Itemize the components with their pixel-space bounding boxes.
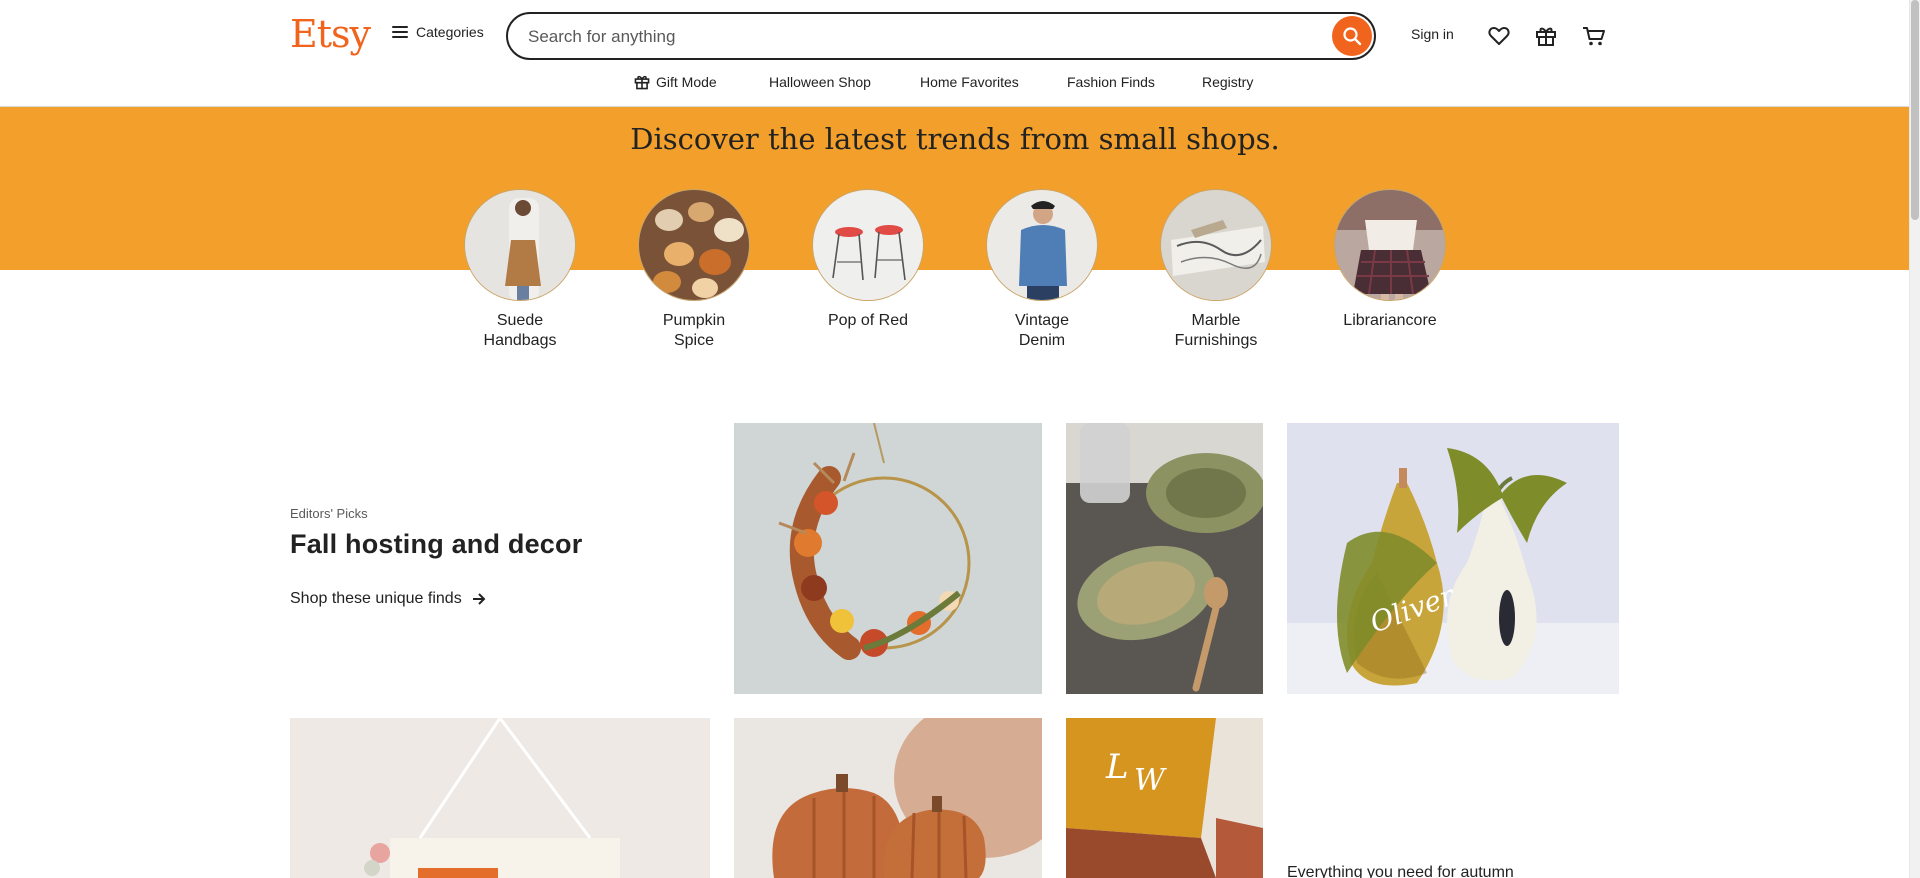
search-button[interactable] bbox=[1332, 16, 1372, 56]
product-tile-banner[interactable] bbox=[290, 718, 710, 878]
nav-home-favorites[interactable]: Home Favorites bbox=[920, 74, 1019, 90]
category-label-line: Marble bbox=[1191, 312, 1241, 329]
product-tile-napkins[interactable]: L W bbox=[1066, 718, 1263, 878]
product-tile-pumpkin-candles[interactable] bbox=[734, 718, 1042, 878]
svg-text:L: L bbox=[1105, 747, 1129, 787]
category-image bbox=[1160, 189, 1272, 301]
link-label: Shop these unique finds bbox=[290, 590, 462, 607]
category-marble-furnishings[interactable]: Marble Furnishings bbox=[1146, 189, 1286, 351]
nav-registry[interactable]: Registry bbox=[1202, 74, 1253, 90]
nav-gift-mode[interactable]: Gift Mode bbox=[634, 74, 717, 90]
category-label-line: Pumpkin bbox=[662, 312, 726, 329]
sign-in-link[interactable]: Sign in bbox=[1411, 26, 1454, 42]
autumn-tile-text: Everything you need for autumn bbox=[1287, 864, 1514, 878]
arrow-right-icon bbox=[472, 593, 486, 605]
cart-button[interactable] bbox=[1580, 22, 1608, 50]
hamburger-icon bbox=[392, 26, 408, 38]
shop-unique-finds-link[interactable]: Shop these unique finds bbox=[290, 590, 486, 608]
scrollbar-thumb[interactable] bbox=[1911, 0, 1919, 220]
category-suede-handbags[interactable]: Suede Handbags bbox=[450, 189, 590, 351]
category-image bbox=[812, 189, 924, 301]
cart-icon bbox=[1583, 27, 1605, 46]
category-librariancore[interactable]: Librariancore bbox=[1320, 189, 1460, 331]
gift-button[interactable] bbox=[1532, 22, 1560, 50]
category-label-line: Suede bbox=[496, 312, 544, 329]
svg-text:W: W bbox=[1134, 763, 1167, 798]
product-tile-pears[interactable]: Oliver bbox=[1287, 423, 1619, 694]
page: Etsy Categories Sign in bbox=[0, 0, 1910, 878]
banner-image bbox=[290, 718, 710, 878]
page-scrollbar[interactable] bbox=[1909, 0, 1920, 878]
nav-label: Home Favorites bbox=[920, 74, 1019, 90]
top-nav: Gift Mode Halloween Shop Home Favorites … bbox=[0, 70, 1910, 98]
category-label-line: Vintage bbox=[1015, 312, 1069, 329]
product-tile-wreath[interactable] bbox=[734, 423, 1042, 694]
nav-label: Fashion Finds bbox=[1067, 74, 1155, 90]
category-image bbox=[1334, 189, 1446, 301]
heart-icon bbox=[1488, 27, 1510, 45]
categories-label: Categories bbox=[416, 24, 484, 40]
category-image bbox=[464, 189, 576, 301]
editors-picks-caption: Editors' Picks bbox=[290, 506, 368, 521]
nav-halloween-shop[interactable]: Halloween Shop bbox=[769, 74, 871, 90]
napkins-image: L W bbox=[1066, 718, 1263, 878]
gift-icon bbox=[634, 75, 650, 90]
category-label: Suede Handbags bbox=[450, 311, 590, 351]
category-label-line: Furnishings bbox=[1174, 332, 1258, 349]
nav-label: Gift Mode bbox=[656, 74, 717, 90]
nav-label: Registry bbox=[1202, 74, 1254, 90]
search-bar bbox=[506, 12, 1376, 60]
etsy-logo[interactable]: Etsy bbox=[290, 12, 371, 56]
category-label: Pop of Red bbox=[798, 311, 938, 331]
search-input[interactable] bbox=[526, 22, 1310, 52]
category-label-line: Librariancore bbox=[1343, 312, 1437, 329]
gift-icon bbox=[1536, 27, 1556, 46]
category-image bbox=[986, 189, 1098, 301]
category-label-line: Pop of Red bbox=[827, 312, 909, 329]
product-tile-ceramics[interactable] bbox=[1066, 423, 1263, 694]
hero-title: Discover the latest trends from small sh… bbox=[630, 122, 1280, 156]
search-icon bbox=[1343, 27, 1362, 46]
site-header: Etsy Categories Sign in bbox=[0, 0, 1910, 107]
category-label-line: Spice bbox=[673, 332, 715, 349]
category-vintage-denim[interactable]: Vintage Denim bbox=[972, 189, 1112, 351]
category-pop-of-red[interactable]: Pop of Red bbox=[798, 189, 938, 331]
nav-fashion-finds[interactable]: Fashion Finds bbox=[1067, 74, 1155, 90]
category-label-line: Denim bbox=[1018, 332, 1066, 349]
category-label-line: Handbags bbox=[483, 332, 557, 349]
category-label: Marble Furnishings bbox=[1146, 311, 1286, 351]
pumpkin-candles-image bbox=[734, 718, 1042, 878]
nav-label: Halloween Shop bbox=[769, 74, 871, 90]
pears-image: Oliver bbox=[1287, 423, 1619, 694]
ceramics-image bbox=[1066, 423, 1263, 694]
category-pumpkin-spice[interactable]: Pumpkin Spice bbox=[624, 189, 764, 351]
favorites-button[interactable] bbox=[1485, 22, 1513, 50]
wreath-image bbox=[734, 423, 1042, 694]
categories-button[interactable]: Categories bbox=[392, 24, 484, 40]
category-label: Librariancore bbox=[1320, 311, 1460, 331]
category-label: Pumpkin Spice bbox=[624, 311, 764, 351]
category-label: Vintage Denim bbox=[972, 311, 1112, 351]
editors-picks-title: Fall hosting and decor bbox=[290, 529, 583, 559]
hero-banner: Discover the latest trends from small sh… bbox=[0, 107, 1910, 270]
category-image bbox=[638, 189, 750, 301]
